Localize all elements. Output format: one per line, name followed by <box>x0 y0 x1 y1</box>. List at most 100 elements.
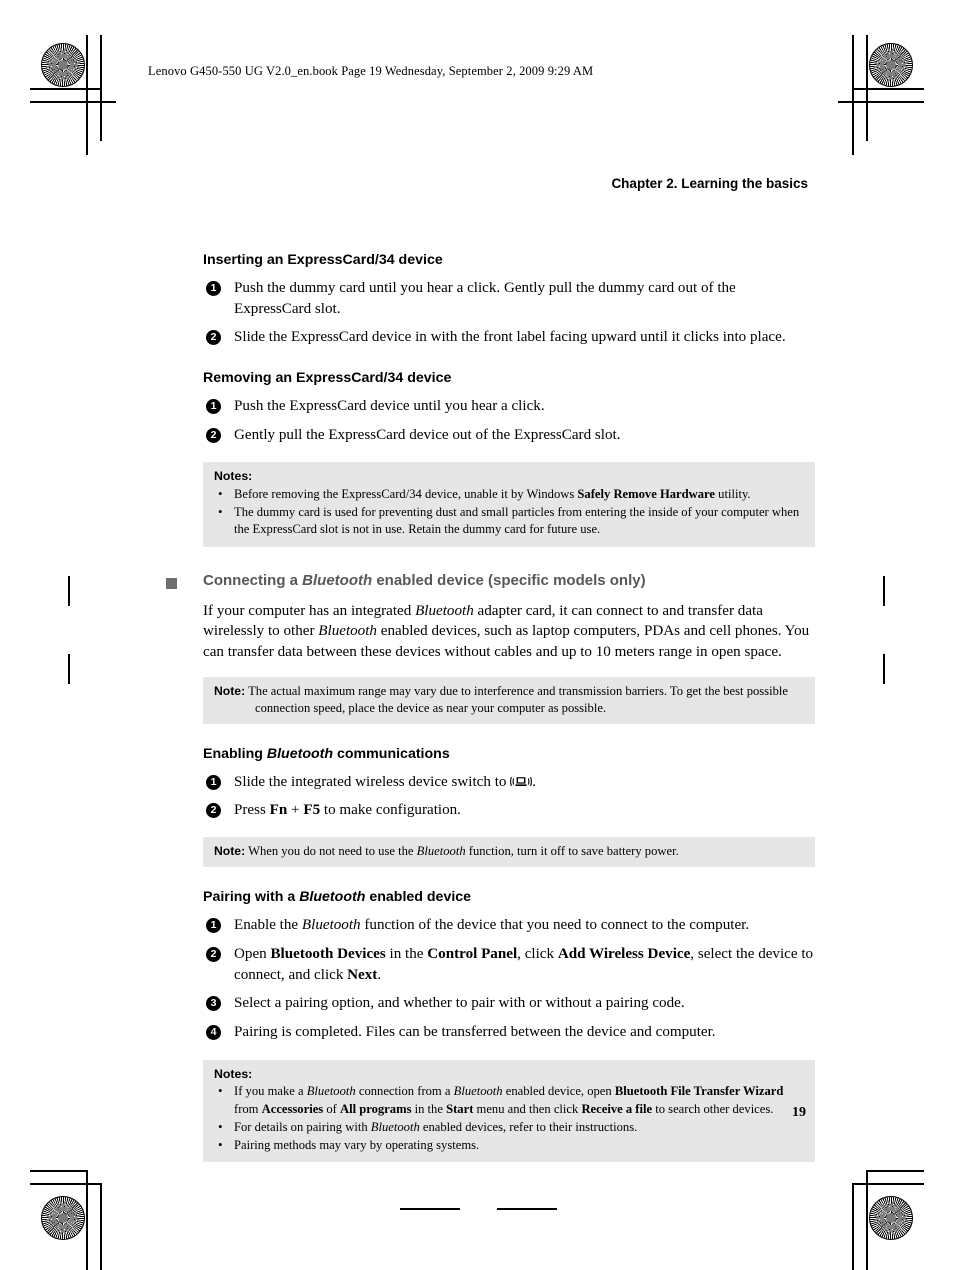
step-text: Slide the ExpressCard device in with the… <box>234 329 786 346</box>
key-f5: F5 <box>303 802 321 819</box>
note-text-tail: to search other devices. <box>652 1101 774 1116</box>
list-item: 2 Gently pull the ExpressCard device out… <box>203 425 815 446</box>
ui-start-menu: Start <box>446 1101 474 1116</box>
note-text: Pairing methods may vary by operating sy… <box>234 1137 480 1152</box>
step-text-tail: . <box>377 966 382 983</box>
list-item: For details on pairing with Bluetooth en… <box>214 1118 804 1136</box>
step-text: Open <box>234 945 271 962</box>
step-number-badge: 2 <box>206 946 221 962</box>
list-item: 2 Open Bluetooth Devices in the Control … <box>203 944 815 985</box>
notes-list: If you make a Bluetooth connection from … <box>214 1082 804 1154</box>
note-text: from <box>234 1101 262 1116</box>
list-item: 2 Press Fn + F5 to make configuration. <box>203 800 815 821</box>
key-fn: Fn <box>269 802 288 819</box>
step-italic: Bluetooth <box>301 917 361 934</box>
paragraph-bluetooth-intro: If your computer has an integrated Bluet… <box>203 601 815 663</box>
list-item: If you make a Bluetooth connection from … <box>214 1082 804 1117</box>
note-text: If you make a <box>234 1084 307 1099</box>
heading-pairing-bluetooth: Pairing with a Bluetooth enabled device <box>203 889 815 906</box>
step-text: Enable the <box>234 917 302 934</box>
heading-part-pre: Enabling <box>203 745 267 762</box>
heading-part-post: communications <box>333 745 450 762</box>
page-content: Inserting an ExpressCard/34 device 1 Pus… <box>166 252 815 1162</box>
note-bold-term: Safely Remove Hardware <box>577 487 715 502</box>
note-text: in the <box>411 1101 447 1116</box>
ui-next-button: Next <box>347 966 378 983</box>
notes-box-expresscard: Notes: Before removing the ExpressCard/3… <box>203 462 815 547</box>
para-part: If your computer has an integrated <box>203 602 416 619</box>
heading-part-italic: Bluetooth <box>266 745 334 762</box>
note-italic: Bluetooth <box>416 844 466 859</box>
ui-receive-a-file: Receive a file <box>581 1101 653 1116</box>
note-italic: Bluetooth <box>306 1084 356 1099</box>
note-text-tail: enabled devices, refer to their instruct… <box>419 1119 638 1134</box>
step-text: Pairing is completed. Files can be trans… <box>234 1024 716 1040</box>
note-text: The dummy card is used for preventing du… <box>234 505 800 537</box>
note-text: enabled device, open <box>502 1084 615 1099</box>
para-italic: Bluetooth <box>318 623 377 640</box>
note-italic: Bluetooth <box>370 1119 420 1134</box>
list-item: Before removing the ExpressCard/34 devic… <box>214 485 804 503</box>
step-number-badge: 4 <box>206 1025 221 1040</box>
ui-add-wireless-device: Add Wireless Device <box>557 945 691 962</box>
step-number-badge: 1 <box>206 399 221 415</box>
step-number-badge: 1 <box>206 918 221 934</box>
note-text: When you do not need to use the <box>245 844 417 859</box>
note-text-tail: utility. <box>715 487 751 502</box>
steps-enabling-bluetooth: 1 Slide the integrated wireless device s… <box>203 772 815 821</box>
list-item: 1 Slide the integrated wireless device s… <box>203 772 815 793</box>
wireless-switch-icon <box>510 775 533 788</box>
heading-part-pre: Connecting a <box>203 571 303 589</box>
step-text: Slide the integrated wireless device swi… <box>234 773 511 790</box>
list-item: Pairing methods may vary by operating sy… <box>214 1136 804 1154</box>
para-italic: Bluetooth <box>415 602 474 619</box>
step-number-badge: 1 <box>206 281 221 297</box>
heading-inserting-expresscard: Inserting an ExpressCard/34 device <box>203 252 443 268</box>
step-number-badge: 3 <box>206 996 221 1012</box>
steps-removing-expresscard: 1 Push the ExpressCard device until you … <box>203 396 815 445</box>
list-item: 1 Push the dummy card until you hear a c… <box>203 278 815 319</box>
ui-bluetooth-file-transfer-wizard: Bluetooth File Transfer Wizard <box>614 1084 784 1099</box>
note-label: Note: <box>214 844 246 859</box>
note-label: Note: <box>214 683 246 698</box>
step-text: , click <box>517 945 558 962</box>
list-item: 4 Pairing is completed. Files can be tra… <box>203 1022 815 1043</box>
step-number-badge: 2 <box>206 330 221 346</box>
step-text: Gently pull the ExpressCard device out o… <box>234 426 621 443</box>
step-number-badge: 2 <box>206 803 221 819</box>
step-text: Push the ExpressCard device until you he… <box>234 398 545 415</box>
page-number: 19 <box>792 1105 806 1120</box>
note-box-battery: Note: When you do not need to use the Bl… <box>203 837 815 868</box>
note-box-range: Note: The actual maximum range may vary … <box>203 676 815 724</box>
ui-all-programs: All programs <box>339 1101 412 1116</box>
note-text: The actual maximum range may vary due to… <box>245 683 788 715</box>
heading-part-post: enabled device (specific models only) <box>372 571 646 589</box>
list-item: 2 Slide the ExpressCard device in with t… <box>203 327 815 348</box>
step-text-tail: function of the device that you need to … <box>360 917 750 934</box>
ui-accessories: Accessories <box>261 1101 324 1116</box>
note-line: Note: The actual maximum range may vary … <box>214 683 804 717</box>
chapter-title: Chapter 2. Learning the basics <box>611 176 808 191</box>
note-text: of <box>323 1101 340 1116</box>
heading-connecting-bluetooth: Connecting a Bluetooth enabled device (s… <box>166 571 815 590</box>
ui-control-panel: Control Panel <box>427 945 518 962</box>
step-text-tail: to make configuration. <box>320 802 461 819</box>
step-text-mid: + <box>287 802 304 819</box>
note-text: Before removing the ExpressCard/34 devic… <box>234 487 578 502</box>
notes-title: Notes: <box>214 469 253 484</box>
note-text: For details on pairing with <box>234 1119 371 1134</box>
step-text: Press <box>234 802 270 819</box>
notes-title: Notes: <box>214 1066 253 1081</box>
step-text: Push the dummy card until you hear a cli… <box>234 280 736 317</box>
square-bullet-icon <box>166 577 177 589</box>
step-text: in the <box>385 945 428 962</box>
notes-list: Before removing the ExpressCard/34 devic… <box>214 485 804 538</box>
heading-part-italic: Bluetooth <box>299 889 366 906</box>
step-number-badge: 2 <box>206 427 221 443</box>
heading-part-pre: Pairing with a <box>203 889 300 906</box>
list-item: 3 Select a pairing option, and whether t… <box>203 993 815 1014</box>
ui-bluetooth-devices: Bluetooth Devices <box>270 945 386 962</box>
note-text: menu and then click <box>473 1101 582 1116</box>
note-line: Note: When you do not need to use the Bl… <box>214 843 804 860</box>
